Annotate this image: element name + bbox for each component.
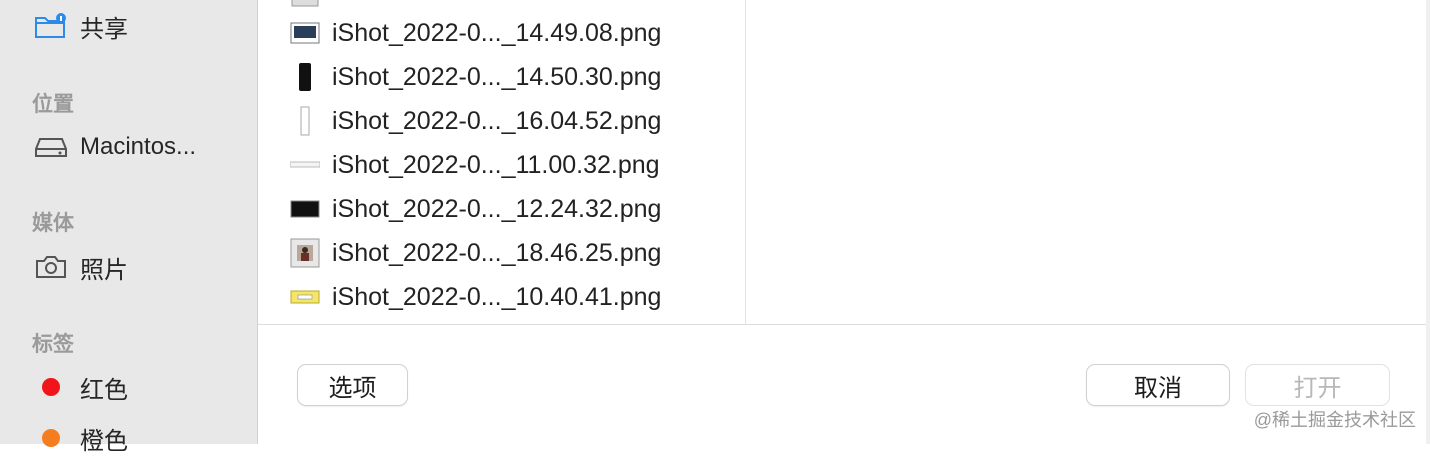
open-button[interactable]: 打开 (1246, 365, 1389, 405)
orange-tag-dot-icon (42, 429, 60, 447)
sidebar-item-label: 共享 (80, 15, 128, 43)
file-name: iShot_2022-0..._14.50.30.png (332, 62, 662, 91)
window-edge (1426, 0, 1430, 444)
file-row[interactable]: iShot_2022-0..._14.49.08.png (290, 13, 661, 53)
sidebar-item-photos[interactable]: 照片 (34, 249, 128, 285)
file-row[interactable]: iShot_2022-0..._18.46.25.png (290, 233, 661, 273)
section-header-tags: 标签 (32, 333, 74, 356)
sidebar-item-label: 橙色 (80, 427, 128, 455)
sidebar: 共享 位置 Macintos... 媒体 照片 标签 红色 橙色 (0, 0, 258, 455)
file-row[interactable]: iShot_2022-0..._14.50.30.png (290, 57, 661, 97)
file-row[interactable]: iShot_2022-0..._11.00.32.png (290, 145, 660, 185)
file-thumb-icon (290, 0, 320, 13)
sidebar-item-shared[interactable]: 共享 (34, 8, 128, 44)
phone-thumb-icon (290, 62, 320, 92)
sidebar-item-label: 照片 (80, 256, 128, 284)
hard-drive-icon (34, 133, 68, 161)
wide-thumb-icon (290, 150, 320, 180)
column-divider[interactable] (745, 0, 746, 324)
dark-thumb-icon (290, 194, 320, 224)
sidebar-item-macintosh[interactable]: Macintos... (34, 129, 196, 165)
camera-icon (34, 253, 68, 281)
sidebar-item-label: 红色 (80, 376, 128, 404)
sidebar-item-tag-red[interactable]: 红色 (34, 369, 128, 405)
file-name: iShot_2022-0..._14.49.08.png (332, 18, 662, 47)
file-list: iShot_2022-0..._14.49.08.png iShot_2022-… (258, 0, 746, 324)
cancel-button[interactable]: 取消 (1087, 365, 1229, 405)
sidebar-item-label: Macintos... (80, 133, 197, 160)
file-row[interactable]: iShot_2022-0..._12.24.32.png (290, 189, 661, 229)
footer-divider (258, 324, 1426, 325)
monitor-thumb-icon (290, 18, 320, 48)
file-name: iShot_2022-0..._10.40.41.png (332, 282, 662, 311)
red-tag-dot-icon (42, 378, 60, 396)
yellow-thumb-icon (290, 282, 320, 312)
watermark: @稀土掘金技术社区 (1253, 410, 1416, 430)
photo-thumb-icon (290, 238, 320, 268)
sidebar-item-tag-orange[interactable]: 橙色 (34, 420, 128, 456)
file-name: iShot_2022-0..._18.46.25.png (332, 238, 662, 267)
file-name: iShot_2022-0..._11.00.32.png (332, 150, 660, 179)
section-header-media: 媒体 (32, 212, 74, 235)
file-name: iShot_2022-0..._16.04.52.png (332, 106, 662, 135)
shared-folder-icon (34, 12, 68, 40)
file-row[interactable]: iShot_2022-0..._10.40.41.png (290, 277, 661, 317)
file-row[interactable]: iShot_2022-0..._16.04.52.png (290, 101, 661, 141)
file-name: iShot_2022-0..._12.24.32.png (332, 194, 662, 223)
options-button[interactable]: 选项 (298, 365, 407, 405)
tall-thumb-icon (290, 106, 320, 136)
section-header-locations: 位置 (32, 93, 74, 116)
